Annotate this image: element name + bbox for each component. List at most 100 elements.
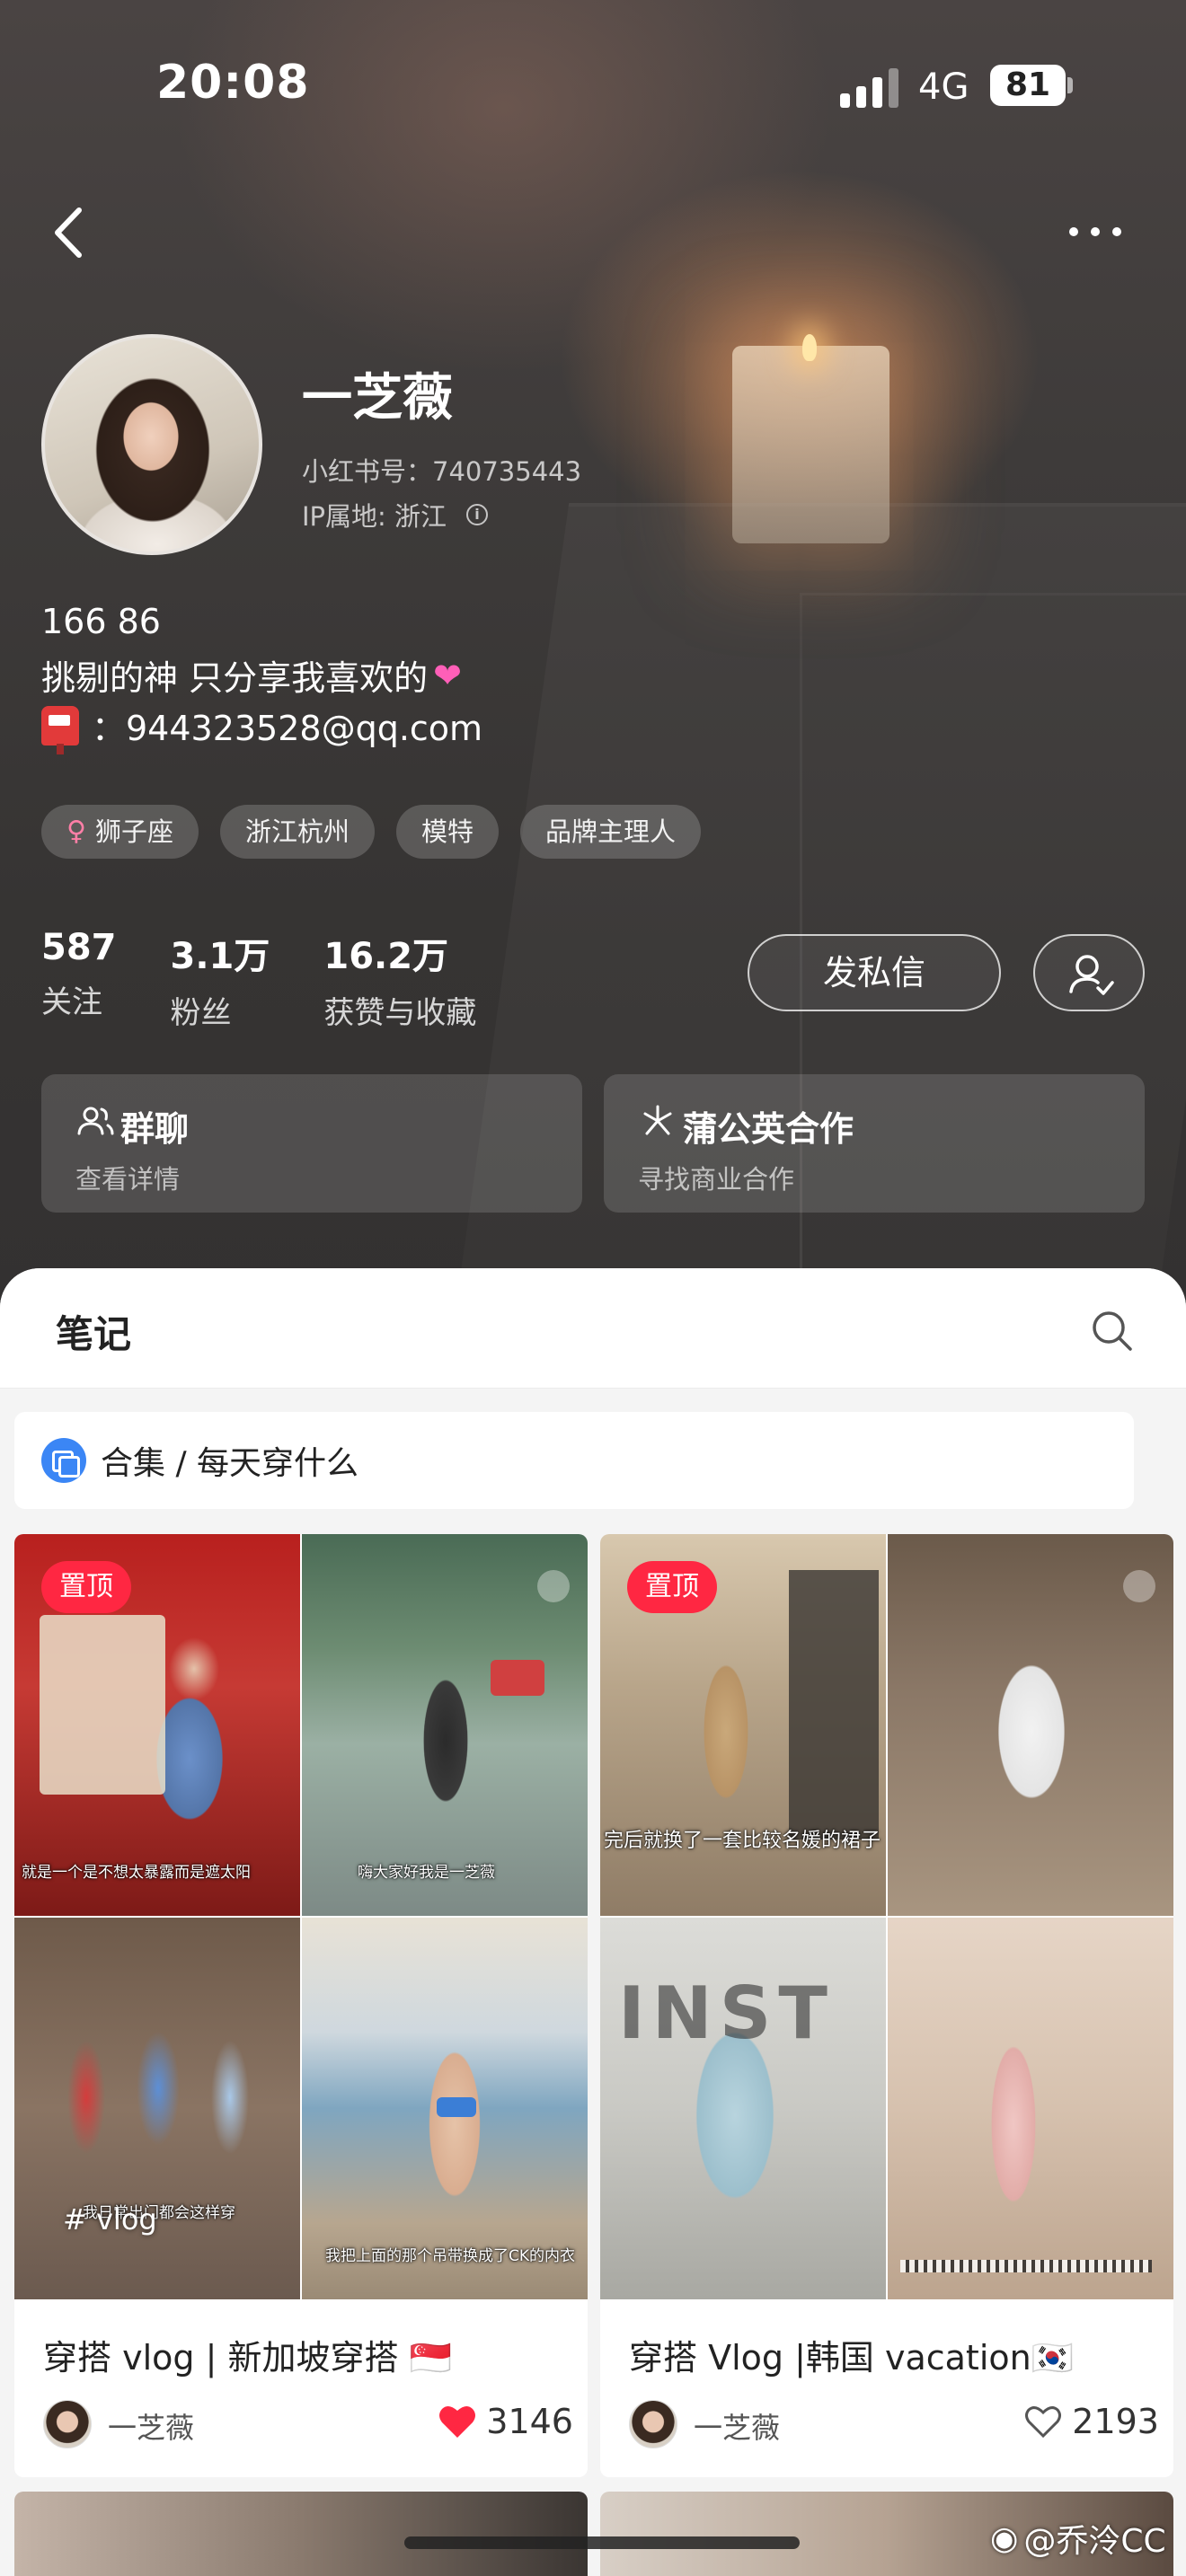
tab-notes[interactable]: 笔记 [56, 1304, 131, 1359]
bio-email: ：944323528@qq.com [92, 709, 483, 748]
collection-bar[interactable]: 合集 / 每天穿什么 [14, 1412, 1134, 1509]
tag-label: 狮子座 [94, 816, 173, 847]
tag-zodiac[interactable]: ♀ 狮子座 [41, 805, 199, 859]
note-card[interactable]: 完后就换了一套比较名媛的裙子 INST 置顶 穿搭 Vlog |韩国 vacat… [600, 1534, 1173, 2477]
dandelion-cooperation-card[interactable]: 蒲公英合作 寻找商业合作 [604, 1074, 1145, 1213]
note-title: 穿搭 Vlog |韩国 vacation🇰🇷 [629, 2338, 1075, 2378]
vlog-tag: # vlog [63, 2202, 157, 2236]
dandelion-title: 蒲公英合作 [683, 1109, 854, 1149]
cover-tile: 我把上面的那个吊带换成了CK的内衣 [302, 1918, 588, 2299]
author-name[interactable]: 一芝薇 [694, 2405, 780, 2447]
cover-caption: 嗨大家好我是一芝薇 [358, 1864, 495, 1882]
bio-line-2-text: 挑剔的神 只分享我喜欢的 [41, 658, 429, 698]
author-name[interactable]: 一芝薇 [108, 2405, 194, 2447]
profile-avatar[interactable] [41, 334, 262, 555]
cover-tile: 嗨大家好我是一芝薇 [302, 1534, 588, 1916]
bio-line-2: 挑剔的神 只分享我喜欢的 ❤ [41, 650, 462, 700]
author-avatar[interactable] [629, 2400, 677, 2448]
battery-icon: 81 [990, 65, 1066, 106]
stat-likes-collects[interactable]: 16.2万 获赞与收藏 [323, 927, 476, 1032]
tag-label: 品牌主理人 [545, 816, 677, 847]
cover-caption: 我把上面的那个吊带换成了CK的内衣 [325, 2247, 576, 2265]
author-avatar[interactable] [43, 2400, 92, 2448]
bio-line-1: 166 86 [41, 602, 161, 641]
mailbox-icon [41, 705, 79, 754]
stat-label: 关注 [41, 984, 102, 1020]
collection-title: 合集 / 每天穿什么 [101, 1445, 359, 1482]
next-note-card[interactable] [14, 2492, 588, 2576]
cover-caption: 就是一个是不想太暴露而是遮太阳 [22, 1864, 251, 1882]
stat-label: 获赞与收藏 [323, 995, 477, 1031]
info-icon[interactable]: i [466, 504, 489, 525]
stat-number: 3.1万 [170, 936, 270, 977]
red-id[interactable]: 小红书号：740735443 [302, 451, 581, 489]
search-icon[interactable] [1089, 1308, 1136, 1354]
battery-cap [1067, 77, 1073, 93]
like-button[interactable]: 3146 [438, 2402, 573, 2441]
stat-number: 16.2万 [323, 936, 449, 977]
tag-occupation[interactable]: 模特 [396, 805, 500, 859]
send-message-button[interactable]: 发私信 [748, 934, 1001, 1011]
tag-brand-owner[interactable]: 品牌主理人 [520, 805, 702, 859]
female-icon: ♀ [66, 816, 86, 847]
profile-tags: ♀ 狮子座 浙江杭州 模特 品牌主理人 [41, 805, 702, 859]
cover-tile [888, 1918, 1173, 2299]
status-time: 20:08 [156, 56, 310, 110]
heart-filled-icon [439, 2405, 476, 2438]
stat-label: 粉丝 [170, 995, 232, 1031]
pinned-badge: 置顶 [41, 1561, 131, 1613]
heart-outline-icon [1025, 2406, 1062, 2439]
more-dot-icon [1112, 227, 1121, 236]
home-indicator[interactable] [404, 2536, 800, 2549]
watermark-text: @乔泠CC [1023, 2523, 1166, 2560]
stat-number: 587 [41, 927, 117, 968]
more-dot-icon [1091, 227, 1100, 236]
dandelion-subtitle: 寻找商业合作 [638, 1164, 795, 1195]
tag-label: 模特 [421, 816, 474, 847]
stat-followers[interactable]: 3.1万 粉丝 [171, 927, 270, 1032]
note-footer: 一芝薇 3146 [43, 2396, 573, 2450]
pinned-badge: 置顶 [627, 1561, 717, 1613]
group-chat-card[interactable]: 群聊 查看详情 [41, 1074, 582, 1213]
background-candle [732, 346, 890, 543]
network-type: 4G [918, 66, 969, 108]
note-title: 穿搭 vlog | 新加坡穿搭 🇸🇬 [43, 2338, 452, 2378]
watermark: ◉ @乔泠CC [990, 2515, 1166, 2562]
video-play-icon [1123, 1570, 1155, 1602]
like-count: 3146 [486, 2402, 573, 2441]
two-hearts-icon: ❤ [433, 655, 462, 695]
dandelion-icon [643, 1105, 672, 1135]
ip-location-text: IP属地: 浙江 [302, 501, 447, 532]
cover-tile: 我日常出门都会这样穿 [14, 1918, 300, 2299]
ip-location: IP属地: 浙江 i [302, 496, 489, 534]
note-card[interactable]: 就是一个是不想太暴露而是遮太阳 嗨大家好我是一芝薇 我日常出门都会这样穿 我把上… [14, 1534, 588, 2477]
collection-icon [41, 1438, 86, 1483]
cover-tile: INST [600, 1918, 886, 2299]
back-button[interactable] [45, 201, 99, 264]
weibo-icon: ◉ [990, 2519, 1019, 2557]
video-play-icon [537, 1570, 570, 1602]
cover-tile [888, 1534, 1173, 1916]
cover-caption: 完后就换了一套比较名媛的裙子 [604, 1830, 881, 1852]
more-dot-icon [1069, 227, 1078, 236]
profile-name: 一芝薇 [302, 369, 453, 428]
group-chat-subtitle: 查看详情 [75, 1164, 181, 1195]
signal-icon [840, 66, 903, 108]
notes-panel: 笔记 合集 / 每天穿什么 就是一个是不想太暴露而是遮太阳 嗨大家好我是一芝薇 … [0, 1268, 1186, 2576]
more-options-button[interactable] [1069, 216, 1141, 248]
note-footer: 一芝薇 2193 [629, 2396, 1159, 2450]
chevron-left-icon [55, 207, 82, 258]
bio-line-3: ：944323528@qq.com [41, 701, 483, 754]
group-icon [77, 1107, 114, 1135]
note-cover: 完后就换了一套比较名媛的裙子 INST 置顶 [600, 1534, 1173, 2299]
notes-panel-header: 笔记 [0, 1268, 1186, 1389]
profile-stats: 587 关注 3.1万 粉丝 16.2万 获赞与收藏 [41, 927, 476, 1032]
note-cover: 就是一个是不想太暴露而是遮太阳 嗨大家好我是一芝薇 我日常出门都会这样穿 我把上… [14, 1534, 588, 2299]
like-count: 2193 [1072, 2402, 1159, 2441]
like-button[interactable]: 2193 [1023, 2402, 1159, 2441]
stat-following[interactable]: 587 关注 [41, 927, 117, 1032]
user-check-icon [1069, 955, 1114, 995]
tag-location[interactable]: 浙江杭州 [220, 805, 376, 859]
followed-button[interactable] [1033, 934, 1145, 1011]
group-chat-title: 群聊 [120, 1109, 190, 1149]
